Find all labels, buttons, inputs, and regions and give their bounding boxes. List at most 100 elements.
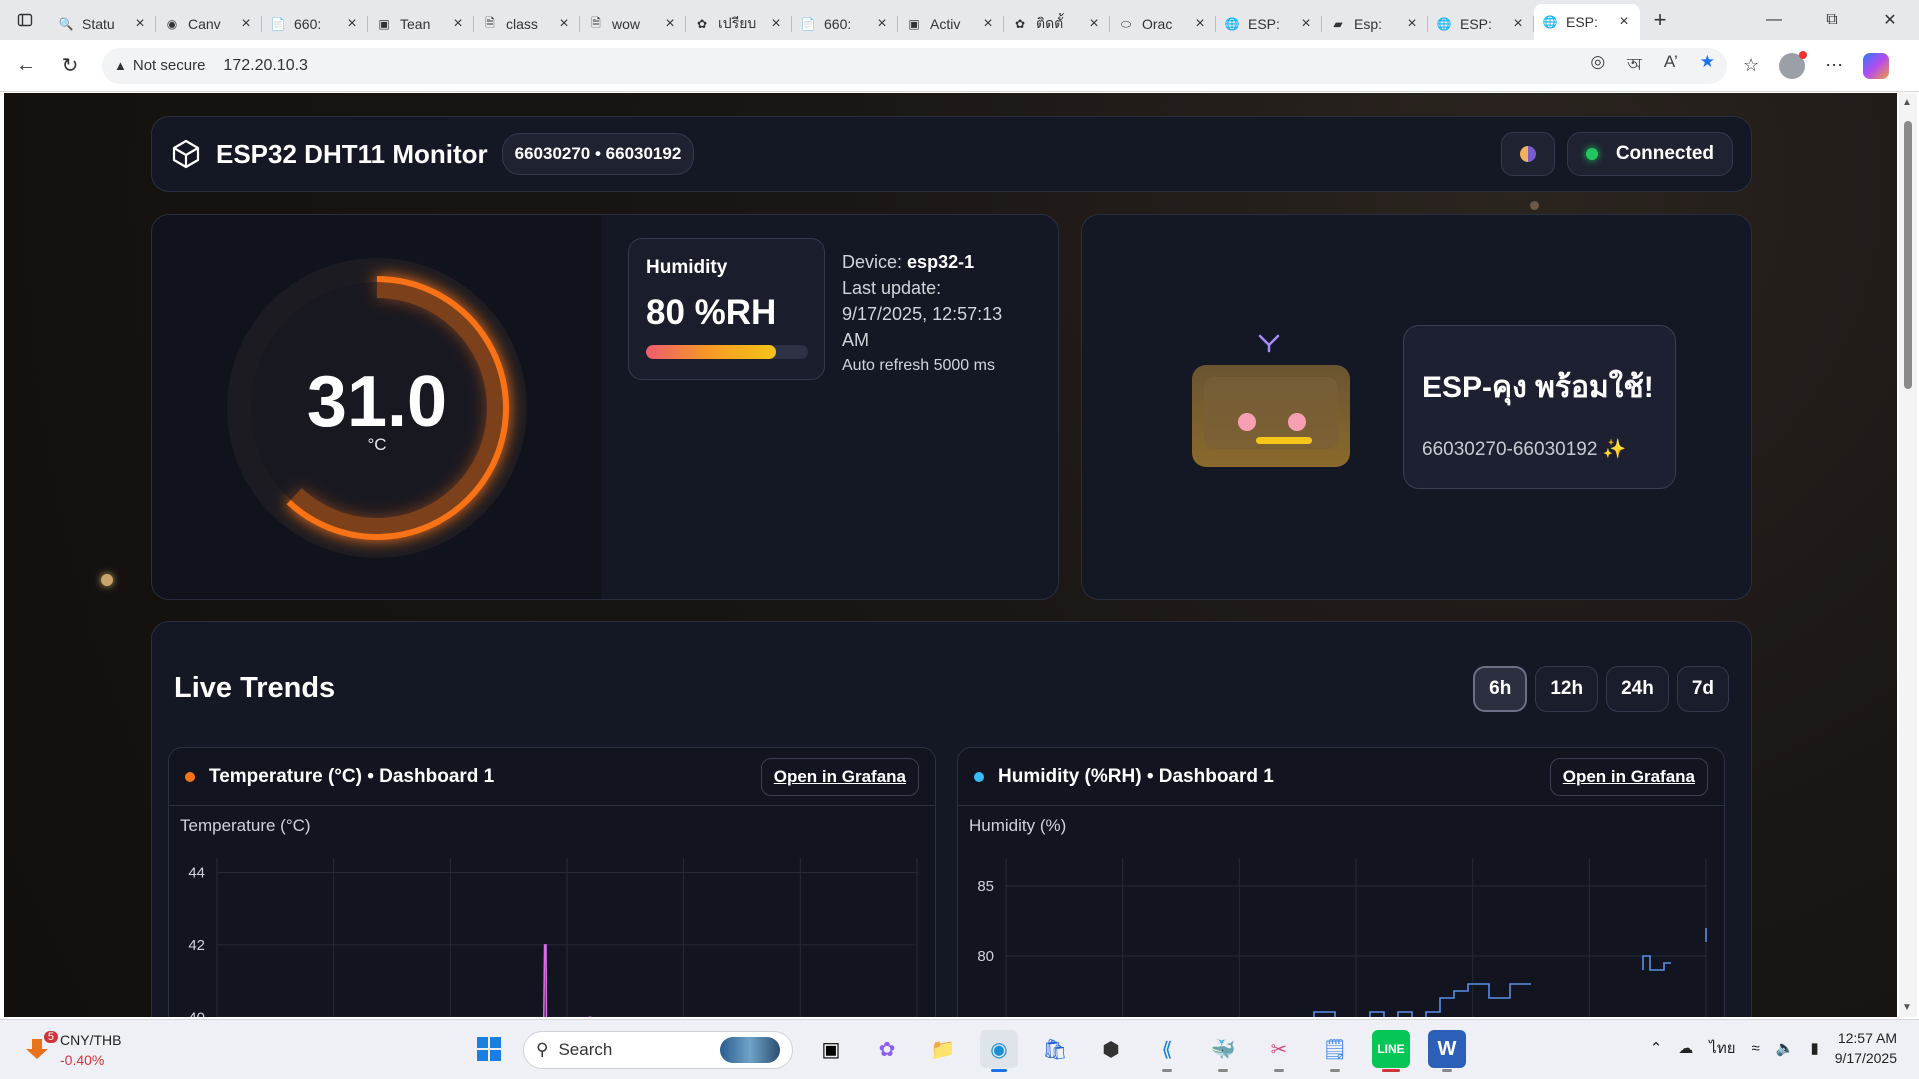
copilot-icon[interactable] [1863,52,1890,79]
close-tab-icon[interactable]: × [1510,15,1526,33]
volume-icon[interactable]: 🔈 [1776,1039,1795,1057]
input-language[interactable]: ไทย [1709,1036,1735,1060]
new-tab-button[interactable]: + [1640,7,1680,33]
document-icon: 🗎 [591,15,601,30]
scroll-down-icon[interactable]: ▼ [1902,1002,1912,1013]
word-icon[interactable]: W [1428,1030,1466,1072]
line-icon[interactable]: LINE [1372,1030,1410,1072]
browser-tab[interactable]: ⬭ Orac × [1110,8,1216,40]
close-tab-icon[interactable]: × [980,15,996,33]
range-button-12h[interactable]: 12h [1535,666,1599,712]
task-view-icon[interactable]: ▣ [812,1030,850,1068]
translate-icon[interactable]: অ [1627,52,1642,80]
close-tab-icon[interactable]: × [1616,13,1632,31]
back-icon[interactable]: ← [4,48,48,84]
close-tab-icon[interactable]: × [238,15,254,33]
browser-tab[interactable]: 🔍 Statu × [50,8,156,40]
globe-icon: 🌐 [1436,17,1452,31]
open-grafana-button[interactable]: Open in Grafana [760,757,919,796]
unity-icon[interactable]: ⬢ [1092,1030,1130,1068]
robot-eye-right [1288,413,1306,431]
security-indicator[interactable]: ▲ Not secure [114,57,205,74]
open-grafana-button[interactable]: Open in Grafana [1549,757,1708,796]
favorite-star-icon[interactable]: ★ [1700,52,1715,80]
start-icon[interactable] [470,1030,508,1068]
not-secure-label: Not secure [132,57,206,74]
browser-tab[interactable]: ◉ Canv × [156,8,262,40]
device-name: esp32-1 [907,252,975,272]
close-tab-icon[interactable]: × [132,15,148,33]
system-tray: ⌃ ☁ ไทย ≈ 🔈 ▮ 12:57 AM 9/17/2025 [1650,1028,1897,1068]
file-explorer-icon[interactable]: 📁 [924,1030,962,1068]
range-button-24h[interactable]: 24h [1606,666,1669,712]
tray-overflow-icon[interactable]: ⌃ [1650,1039,1663,1057]
browser-tab[interactable]: ✿ ติดตั้ × [1004,8,1110,40]
theme-toggle-button[interactable] [1500,132,1555,176]
close-tab-icon[interactable]: × [1404,15,1420,33]
humidity-card: Humidity 80 %RH [628,238,825,380]
range-button-6h[interactable]: 6h [1473,666,1528,712]
more-menu-icon[interactable]: ⋯ [1825,55,1843,76]
ticker-widget[interactable]: 5 CNY/THB -0.40% [22,1030,121,1070]
snipping-tool-icon[interactable]: ✂ [1260,1030,1298,1072]
browser-tab[interactable]: ▣ Tean × [368,8,474,40]
vscode-icon[interactable]: ⟪ [1148,1030,1186,1072]
battery-icon[interactable]: ▮ [1810,1039,1818,1057]
browser-tab[interactable]: ▣ Activ × [898,8,1004,40]
browser-tab[interactable]: ✿ เปรียบ × [686,8,792,40]
copilot-app-icon[interactable]: ✿ [868,1030,906,1068]
status-dot-icon [1585,148,1598,160]
close-tab-icon[interactable]: × [1192,15,1208,33]
tab-label: Activ [930,16,961,32]
refresh-icon[interactable]: ↻ [48,48,92,84]
copilot-page-icon[interactable]: ◎ [1590,52,1605,80]
store-icon[interactable]: 🛍 [1036,1030,1074,1068]
close-tab-icon[interactable]: × [556,15,572,33]
tab-actions-icon[interactable] [0,0,50,40]
close-window-icon[interactable]: ✕ [1861,0,1919,40]
restore-icon[interactable]: ⧉ [1803,0,1861,40]
favorites-icon[interactable]: ☆ [1743,55,1759,76]
clock[interactable]: 12:57 AM 9/17/2025 [1835,1028,1897,1068]
browser-tab[interactable]: 🌐 ESP: × [1216,8,1322,40]
browser-tab[interactable]: ▰ Esp: × [1322,8,1428,40]
close-tab-icon[interactable]: × [874,15,890,33]
close-tab-icon[interactable]: × [344,15,360,33]
series-line [543,944,548,1017]
series-line [1313,983,1531,1017]
url-input[interactable]: ▲ Not secure 172.20.10.3 ◎ অ A’ ★ [102,47,1727,84]
taskbar-search[interactable]: ⚲ Search [523,1031,793,1069]
notepad-icon[interactable]: 🗒 [1316,1030,1354,1072]
profile-avatar[interactable] [1779,50,1808,79]
tab-label: Statu [82,16,115,32]
tab-label: ESP: [1460,16,1492,32]
antenna-icon [1258,334,1280,353]
tab-label: Canv [188,16,221,32]
browser-tab[interactable]: 🗎 class × [474,8,580,40]
minimize-icon[interactable]: — [1745,0,1803,40]
browser-tab[interactable]: 🗎 wow × [580,8,686,40]
wifi-icon[interactable]: ≈ [1752,1040,1760,1057]
close-tab-icon[interactable]: × [1086,15,1102,33]
onedrive-icon[interactable]: ☁ [1678,1039,1693,1057]
browser-tab[interactable]: 🌐 ESP: × [1534,4,1640,40]
browser-tab[interactable]: 📄 660: × [792,8,898,40]
docker-icon[interactable]: 🐳 [1204,1030,1242,1072]
read-aloud-icon[interactable]: A’ [1664,52,1678,80]
range-button-7d[interactable]: 7d [1676,666,1729,712]
edge-icon[interactable]: ◉ [980,1030,1018,1072]
close-tab-icon[interactable]: × [450,15,466,33]
browser-tab[interactable]: 🌐 ESP: × [1428,8,1534,40]
scroll-up-icon[interactable]: ▲ [1902,97,1912,108]
page-title: ESP32 DHT11 Monitor [216,138,488,169]
chart-card-title: Temperature (°C) • Dashboard 1 [209,765,495,787]
browser-tab[interactable]: 📄 660: × [262,8,368,40]
tab-label: เปรียบ [718,15,757,31]
close-tab-icon[interactable]: × [768,15,784,33]
humidity-dot-icon [974,771,984,782]
page-scrollbar[interactable]: ▲ ▼ [1899,93,1917,1017]
close-tab-icon[interactable]: × [662,15,678,33]
scrollbar-thumb[interactable] [1904,121,1912,389]
search-icon: 🔍 [58,17,74,31]
close-tab-icon[interactable]: × [1298,15,1314,33]
